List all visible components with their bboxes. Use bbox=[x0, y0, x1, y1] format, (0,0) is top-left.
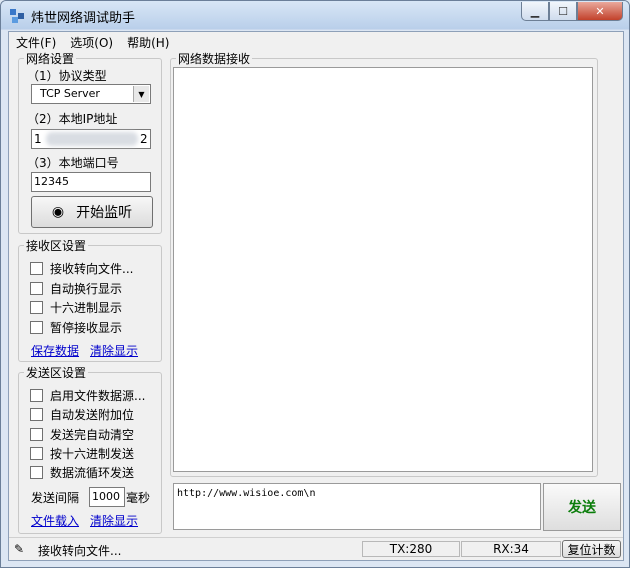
send-interval-unit: 毫秒 bbox=[126, 491, 151, 505]
receive-to-file-label: 接收转向文件... bbox=[50, 262, 134, 276]
file-source-label: 启用文件数据源... bbox=[50, 389, 146, 403]
status-bar: ✎ 接收转向文件... TX:280 RX:34 复位计数 bbox=[9, 537, 623, 560]
start-listen-button[interactable]: ◉ 开始监听 bbox=[31, 196, 153, 228]
clear-receive-link[interactable]: 清除显示 bbox=[90, 342, 138, 359]
close-button[interactable]: ✕ bbox=[577, 2, 623, 21]
close-icon: ✕ bbox=[595, 4, 605, 18]
port-value: 12345 bbox=[34, 175, 69, 188]
send-input-value: http://www.wisioe.com\n bbox=[177, 488, 316, 499]
append-bit-label: 自动发送附加位 bbox=[50, 408, 135, 422]
receive-to-file-checkbox[interactable]: 接收转向文件... bbox=[30, 260, 133, 277]
radio-icon: ◉ bbox=[51, 204, 65, 220]
hex-send-checkbox[interactable]: 按十六进制发送 bbox=[30, 445, 134, 462]
pause-receive-label: 暂停接收显示 bbox=[50, 321, 123, 335]
auto-wrap-checkbox[interactable]: 自动换行显示 bbox=[30, 280, 122, 297]
app-window: 炜世网络调试助手 ▁ ☐ ✕ 文件(F) 选项(O) 帮助(H) 网络设置 （1… bbox=[0, 0, 630, 568]
send-interval-label: 发送间隔 bbox=[31, 491, 80, 505]
protocol-select[interactable]: TCP Server ▼ bbox=[31, 84, 151, 104]
auto-wrap-label: 自动换行显示 bbox=[50, 282, 123, 296]
pencil-icon: ✎ bbox=[14, 542, 25, 556]
port-input[interactable]: 12345 bbox=[31, 172, 151, 192]
loop-send-checkbox[interactable]: 数据流循环发送 bbox=[30, 464, 134, 481]
ip-redaction bbox=[46, 132, 138, 146]
hex-display-label: 十六进制显示 bbox=[50, 301, 123, 315]
app-icon bbox=[10, 9, 24, 23]
start-listen-label: 开始监听 bbox=[76, 205, 133, 221]
menu-options[interactable]: 选项(O) bbox=[63, 32, 120, 50]
append-bit-checkbox[interactable]: 自动发送附加位 bbox=[30, 406, 134, 423]
receive-data-area[interactable] bbox=[173, 67, 593, 472]
loop-send-label: 数据流循环发送 bbox=[50, 466, 135, 480]
port-label: （3）本地端口号 bbox=[27, 156, 119, 170]
minimize-icon: ▁ bbox=[530, 4, 540, 18]
pause-receive-checkbox[interactable]: 暂停接收显示 bbox=[30, 319, 122, 336]
window-title: 炜世网络调试助手 bbox=[31, 11, 136, 26]
auto-clear-label: 发送完自动清空 bbox=[50, 428, 135, 442]
reset-count-button[interactable]: 复位计数 bbox=[562, 540, 621, 558]
menu-help[interactable]: 帮助(H) bbox=[120, 32, 176, 50]
menu-bar: 文件(F) 选项(O) 帮助(H) bbox=[9, 32, 623, 50]
load-file-link[interactable]: 文件载入 bbox=[31, 512, 79, 529]
tx-counter: TX:280 bbox=[362, 541, 460, 557]
rx-counter: RX:34 bbox=[461, 541, 561, 557]
title-bar[interactable]: 炜世网络调试助手 ▁ ☐ ✕ bbox=[1, 1, 629, 29]
ip-input[interactable]: 1 2 bbox=[31, 129, 151, 149]
chevron-down-icon[interactable]: ▼ bbox=[133, 86, 149, 102]
ip-last: 2 bbox=[140, 132, 148, 146]
save-data-link[interactable]: 保存数据 bbox=[31, 342, 79, 359]
ip-first: 1 bbox=[34, 132, 42, 146]
send-interval-value: 1000 bbox=[92, 490, 120, 503]
auto-clear-checkbox[interactable]: 发送完自动清空 bbox=[30, 426, 134, 443]
receive-settings-legend: 接收区设置 bbox=[26, 239, 87, 253]
hex-display-checkbox[interactable]: 十六进制显示 bbox=[30, 299, 122, 316]
receive-panel-legend: 网络数据接收 bbox=[178, 52, 251, 66]
send-settings-legend: 发送区设置 bbox=[26, 366, 87, 380]
file-source-checkbox[interactable]: 启用文件数据源... bbox=[30, 387, 145, 404]
protocol-value: TCP Server bbox=[40, 87, 100, 100]
menu-file[interactable]: 文件(F) bbox=[9, 32, 63, 50]
hex-send-label: 按十六进制发送 bbox=[50, 447, 135, 461]
network-settings-legend: 网络设置 bbox=[26, 52, 75, 66]
ip-label: （2）本地IP地址 bbox=[27, 112, 118, 126]
clear-send-link[interactable]: 清除显示 bbox=[90, 512, 138, 529]
send-input[interactable]: http://www.wisioe.com\n bbox=[173, 483, 541, 530]
protocol-label: （1）协议类型 bbox=[27, 69, 107, 83]
client-area: 文件(F) 选项(O) 帮助(H) 网络设置 （1）协议类型 TCP Serve… bbox=[8, 31, 624, 561]
minimize-button[interactable]: ▁ bbox=[521, 2, 549, 21]
send-interval-input[interactable]: 1000 bbox=[89, 487, 125, 507]
status-message: 接收转向文件... bbox=[38, 544, 122, 558]
maximize-button[interactable]: ☐ bbox=[549, 2, 577, 21]
send-button[interactable]: 发送 bbox=[543, 483, 621, 531]
maximize-icon: ☐ bbox=[558, 4, 568, 18]
